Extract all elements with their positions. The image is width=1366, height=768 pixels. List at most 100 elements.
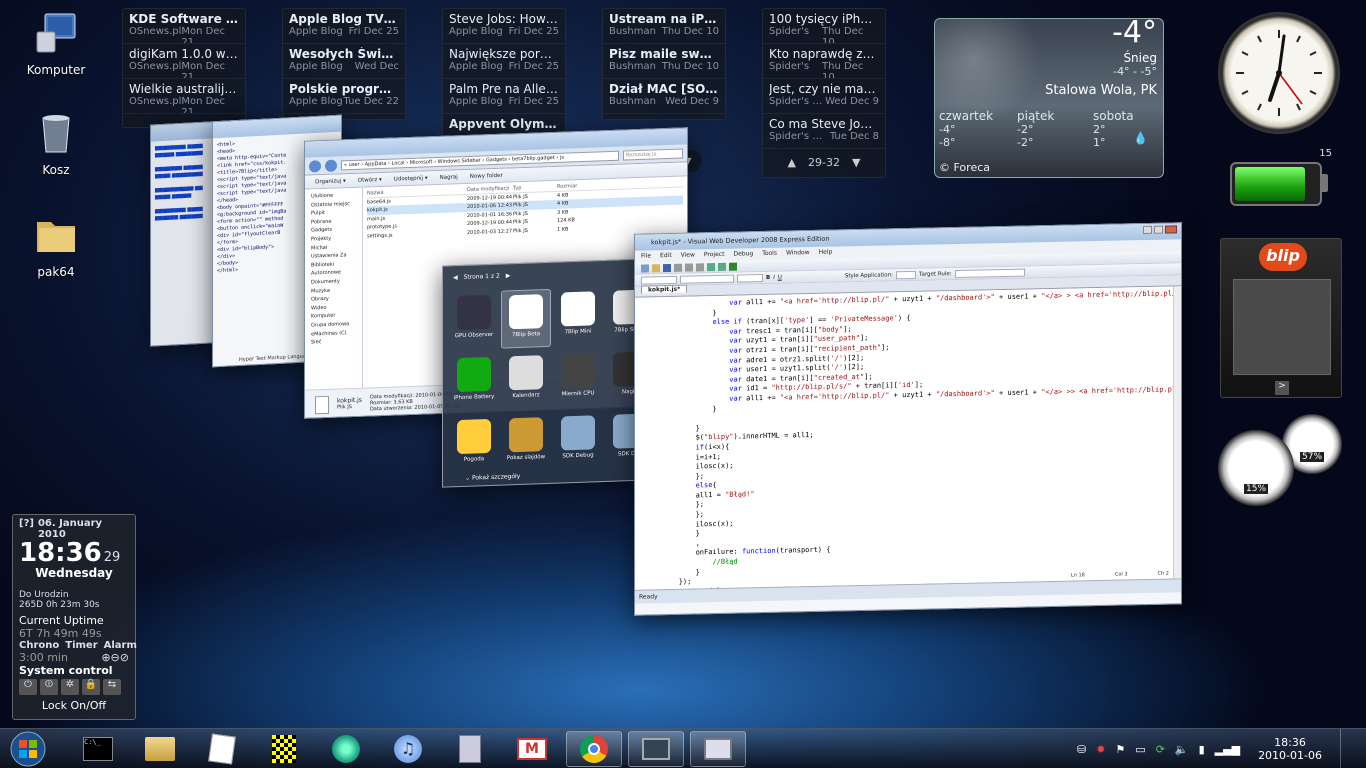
chrono-tab[interactable]: Chrono [19,640,59,651]
gallery-details-toggle[interactable]: ⌄ Pokaż szczegóły [465,473,520,482]
update-icon[interactable]: ⟳ [1156,743,1165,756]
close-button[interactable] [1165,225,1177,234]
maximize-button[interactable] [1154,225,1163,234]
italic-button[interactable]: I [773,274,775,280]
feed-item[interactable]: Steve Jobs: How to …Apple Blog Fri Dec 25 [443,9,565,44]
gadget-tile[interactable]: SDK Debug [553,411,603,471]
wifi-signal-icon[interactable]: ▂▄▆ [1215,743,1240,756]
show-desktop-button[interactable] [1340,729,1354,768]
font-size-select[interactable] [737,273,763,283]
back-icon[interactable] [309,159,321,173]
weather-gadget[interactable]: -4° Śnieg -4° - -5° Stalowa Wola, PK czw… [934,18,1164,178]
feed-item[interactable]: 100 tysięcy iPhone'…Spider's … Thu Dec 10 [763,9,885,44]
pager-prev-icon[interactable]: ▲ [788,156,796,169]
taskbar-cmd-button[interactable]: C:\_ [70,731,126,767]
burn-button[interactable]: Nagraj [440,174,458,181]
menu-item[interactable]: File [641,250,651,262]
gadget-tile[interactable]: Pogoda [449,415,499,475]
code-editor[interactable]: var all1 += "<a href='http://blip.pl/" +… [635,286,1181,590]
menu-item[interactable]: View [681,249,695,261]
feed-item[interactable]: Jest, czy nie ma efe…Spider's …Wed Dec 9 [763,79,885,114]
share-button[interactable]: Udostępnij ▾ [394,175,428,182]
feed-item[interactable]: Ustream na iPhone'a…Bushman Thu Dec 10 [603,9,725,44]
paste-icon[interactable] [696,262,704,271]
new-icon[interactable] [641,263,649,273]
copy-icon[interactable] [685,263,693,272]
menu-item[interactable]: Tools [762,248,777,260]
block-format-select[interactable] [641,275,677,285]
taskbar-remote-desktop-button[interactable] [628,730,684,767]
gallery-prev-icon[interactable]: ◀ [453,274,458,281]
taskbar-gmail-button[interactable]: M [504,731,560,767]
restart-icon[interactable]: ⏼ [40,679,58,695]
open-button[interactable]: Otwórz ▾ [358,176,382,183]
gadget-tile[interactable]: Miernik CPU [553,349,603,409]
run-icon[interactable] [729,262,737,271]
lock-icon[interactable]: 🔒 [82,679,100,695]
search-input[interactable]: Rozszukaj js [623,147,683,161]
gadget-tile[interactable]: Pokaz slajdów [501,413,551,473]
feed-item[interactable]: Co ma Steve Jobs d…Spider's … Tue Dec 8 [763,114,885,149]
column-date[interactable]: Data modyfikacji [467,184,513,194]
editor-tab[interactable]: kokpit.js* [641,284,688,294]
gadget-tile[interactable]: 7Blip Mini [553,287,603,347]
power-icon[interactable]: ⏻ [19,679,37,695]
feed-item[interactable]: Apple Blog TV #48 –…Apple Blog Fri Dec 25 [283,9,405,44]
taskbar-notepad-button[interactable] [194,731,250,767]
blip-next-button[interactable]: > [1275,381,1289,395]
gallery-next-icon[interactable]: ▶ [506,272,511,279]
feed-item[interactable]: KDE Software Compi…OSnews.plMon Dec 21 [123,9,245,44]
tray-clock[interactable]: 18:36 2010-01-06 [1258,736,1322,762]
taskbar-flipper-button[interactable] [256,731,312,767]
gadget-tile[interactable]: iPhone Battery [449,353,499,413]
menu-item[interactable]: Edit [660,250,672,262]
switch-user-icon[interactable]: ⇆ [103,679,121,695]
gadget-tile[interactable]: Kalendarz [501,351,551,411]
network-devices-icon[interactable]: ⛁ [1077,743,1086,756]
vwd-window[interactable]: kokpit.js* - Visual Web Developer 2008 E… [634,222,1182,616]
volume-icon[interactable]: 🔈 [1175,743,1189,756]
redo-icon[interactable] [718,262,726,271]
minimize-button[interactable] [1143,225,1152,235]
display-icon[interactable]: ▭ [1135,743,1145,756]
target-rule-select[interactable] [954,268,1025,278]
pager-next-icon[interactable]: ▼ [852,156,860,169]
organize-button[interactable]: Organizuj ▾ [315,178,346,185]
timer-controls-icon[interactable]: ⊕⊖⊘ [101,651,129,664]
feed-pager[interactable]: ▲ 29-32 ▼ [763,149,885,175]
gadget-tile[interactable]: 7Blip Beta [501,288,551,349]
timer-tab[interactable]: Timer [65,640,97,651]
menu-item[interactable]: Window [786,247,810,259]
feed-item[interactable]: Dział MAC [SONDA]Bushman Wed Dec 9 [603,79,725,114]
menu-item[interactable]: Help [819,247,833,259]
column-type[interactable]: Typ [513,183,557,193]
open-icon[interactable] [652,263,660,272]
feed-item[interactable]: Wesołych Świąt dla …Apple Blog Wed Dec [283,44,405,79]
taskbar-chrome-button[interactable] [566,730,622,767]
new-folder-button[interactable]: Nowy folder [470,172,503,179]
forward-icon[interactable] [325,159,337,172]
taskbar-calculator-button[interactable] [442,731,498,767]
desktop-icon-computer[interactable]: Komputer [16,10,96,77]
feed-item[interactable]: Wielkie australijsk… OSnews.pl Mon Dec 21 [123,79,245,114]
taskbar-itunes-button[interactable]: ♫ [380,731,436,767]
feed-item[interactable]: digiKam 1.0.0 wyda…OSnews.plMon Dec 21 [123,44,245,79]
feed-item[interactable]: Pisz maile swoim gło…Bushman Thu Dec 10 [603,44,725,79]
battery-tray-icon[interactable]: ▮ [1199,743,1205,756]
taskbar-media-center-button[interactable] [318,731,374,767]
menu-item[interactable]: Debug [733,248,753,260]
alarm-tab[interactable]: Alarm [104,640,137,651]
save-icon[interactable] [663,263,671,272]
font-name-select[interactable] [680,274,734,284]
help-icon[interactable]: [?] [19,518,34,540]
desktop-icon-pak64[interactable]: pak64 [16,212,96,279]
sleep-icon[interactable]: ✲ [61,679,79,695]
action-center-flag-icon[interactable]: ⚑ [1115,743,1125,756]
feed-item[interactable]: Kto naprawdę zara…Spider's … Thu Dec 10 [763,44,885,79]
lock-toggle[interactable]: Lock On/Off [19,699,129,712]
start-button[interactable] [6,729,50,768]
undo-icon[interactable] [707,262,715,271]
gadget-gallery-window[interactable]: ◀ Strona 1 z 2 ▶ GPU Observer 7Blip Beta 7… [442,258,652,488]
desktop-icon-recycle-bin[interactable]: Kosz [16,110,96,177]
feed-item[interactable]: Palm Pre na Allegr… Apple Blog Fri Dec 25 [443,79,565,114]
